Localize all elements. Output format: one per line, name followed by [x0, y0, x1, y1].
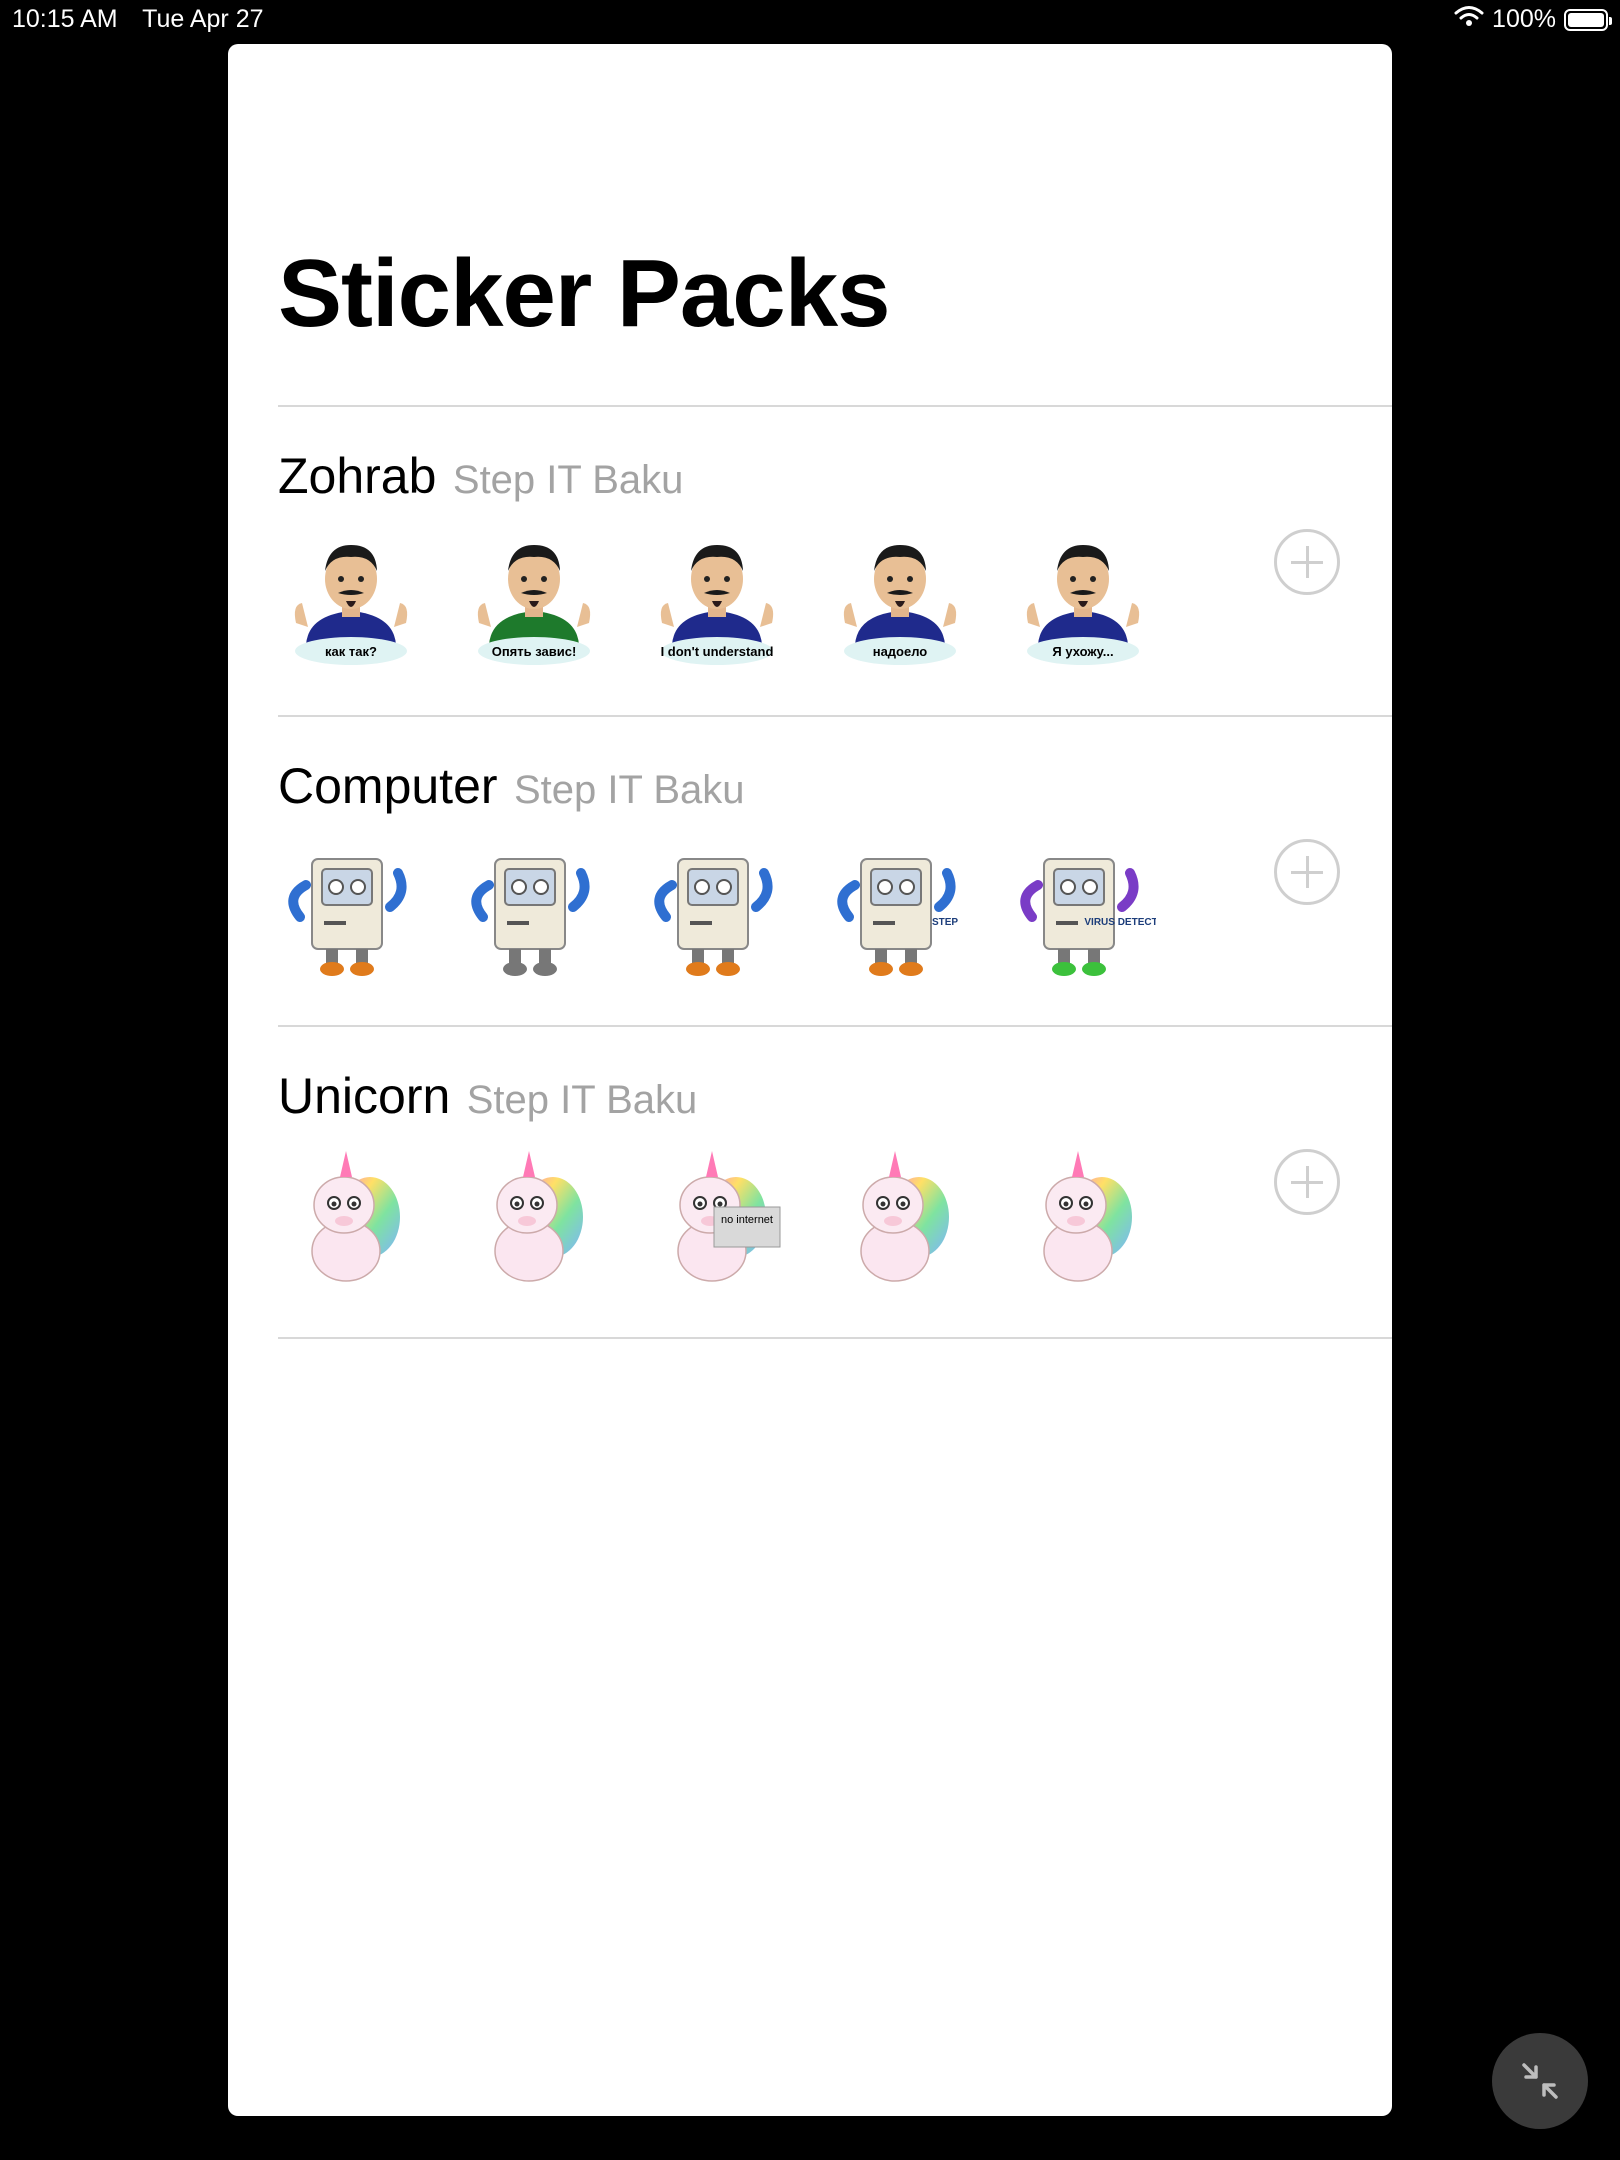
sticker-image: I don't understand: [661, 545, 774, 665]
sticker-caption: надоело: [873, 644, 928, 659]
add-pack-button[interactable]: [1274, 529, 1340, 595]
sticker-thumbnail[interactable]: Я ухожу...: [1010, 527, 1156, 673]
add-pack-button[interactable]: [1274, 1149, 1340, 1215]
sticker-image: [494, 1151, 583, 1282]
sticker-caption: no internet: [721, 1214, 773, 1226]
pack-name: Zohrab: [278, 448, 437, 504]
sticker-thumbnail[interactable]: no internet: [644, 1147, 790, 1293]
pack-title: Unicorn Step IT Baku: [278, 1067, 697, 1125]
sticker-image: как так?: [294, 545, 408, 665]
sticker-thumbnail[interactable]: VIRUS DETECTED: [1010, 837, 1156, 983]
sticker-thumbnail[interactable]: [278, 1147, 424, 1293]
page-title: Sticker Packs: [278, 240, 890, 347]
sticker-caption: как так?: [325, 644, 377, 659]
sticker-image: [654, 858, 773, 976]
sticker-thumbnail[interactable]: I don't understand: [644, 527, 790, 673]
sticker-thumbnail[interactable]: [827, 1147, 973, 1293]
sticker-image: [311, 1151, 400, 1282]
pack-title: Computer Step IT Baku: [278, 757, 745, 815]
sticker-image: [288, 858, 407, 976]
sticker-row: как так? Опять завис! I don't understand: [278, 527, 1156, 673]
pack-name: Computer: [278, 758, 498, 814]
sticker-image: [860, 1151, 949, 1282]
sticker-caption: I don't understand: [661, 644, 774, 659]
sticker-image: [471, 858, 590, 976]
sticker-thumbnail[interactable]: [461, 837, 607, 983]
sticker-caption: VIRUS DETECTED: [1084, 917, 1156, 928]
sticker-caption: STEP: [932, 917, 958, 928]
sticker-image: Опять завис!: [477, 545, 591, 665]
pack-publisher: Step IT Baku: [466, 1078, 698, 1122]
sticker-image: no internet: [677, 1151, 781, 1282]
sticker-image: надоело: [843, 545, 957, 665]
add-pack-button[interactable]: [1274, 839, 1340, 905]
pack-title: Zohrab Step IT Baku: [278, 447, 683, 505]
sticker-packs-sheet: Sticker Packs Zohrab Step IT Baku как та…: [228, 44, 1392, 2116]
minimize-button[interactable]: [1492, 2033, 1588, 2129]
pack-row-computer[interactable]: Computer Step IT Baku STEP VIRUS DETECT: [278, 715, 1392, 1027]
sticker-thumbnail[interactable]: [644, 837, 790, 983]
minimize-arrows-icon: [1522, 2063, 1558, 2099]
sticker-image: VIRUS DETECTED: [1020, 858, 1156, 976]
status-bar: 10:15 AM Tue Apr 27 100%: [0, 0, 1620, 40]
pack-name: Unicorn: [278, 1068, 451, 1124]
pack-publisher: Step IT Baku: [452, 458, 684, 502]
sticker-thumbnail[interactable]: [1010, 1147, 1156, 1293]
sticker-thumbnail[interactable]: надоело: [827, 527, 973, 673]
pack-publisher: Step IT Baku: [513, 768, 745, 812]
status-date: Tue Apr 27: [142, 5, 264, 33]
sticker-thumbnail[interactable]: Опять завис!: [461, 527, 607, 673]
sticker-caption: Опять завис!: [492, 644, 577, 659]
sticker-row: no internet: [278, 1147, 1156, 1293]
sticker-row: STEP VIRUS DETECTED: [278, 837, 1156, 983]
status-time: 10:15 AM: [12, 5, 118, 33]
pack-row-zohrab[interactable]: Zohrab Step IT Baku как так? Опять завис…: [278, 405, 1392, 717]
wifi-icon: [1454, 5, 1484, 34]
sticker-caption: Я ухожу...: [1052, 644, 1113, 659]
pack-row-unicorn[interactable]: Unicorn Step IT Baku no internet: [278, 1025, 1392, 1339]
sticker-thumbnail[interactable]: как так?: [278, 527, 424, 673]
battery-icon: [1564, 8, 1612, 31]
sticker-thumbnail[interactable]: STEP: [827, 837, 973, 983]
sticker-image: STEP: [837, 858, 958, 976]
sticker-thumbnail[interactable]: [461, 1147, 607, 1293]
sticker-thumbnail[interactable]: [278, 837, 424, 983]
sticker-image: [1043, 1151, 1132, 1282]
battery-percent: 100%: [1492, 5, 1556, 33]
sticker-image: Я ухожу...: [1026, 545, 1140, 665]
